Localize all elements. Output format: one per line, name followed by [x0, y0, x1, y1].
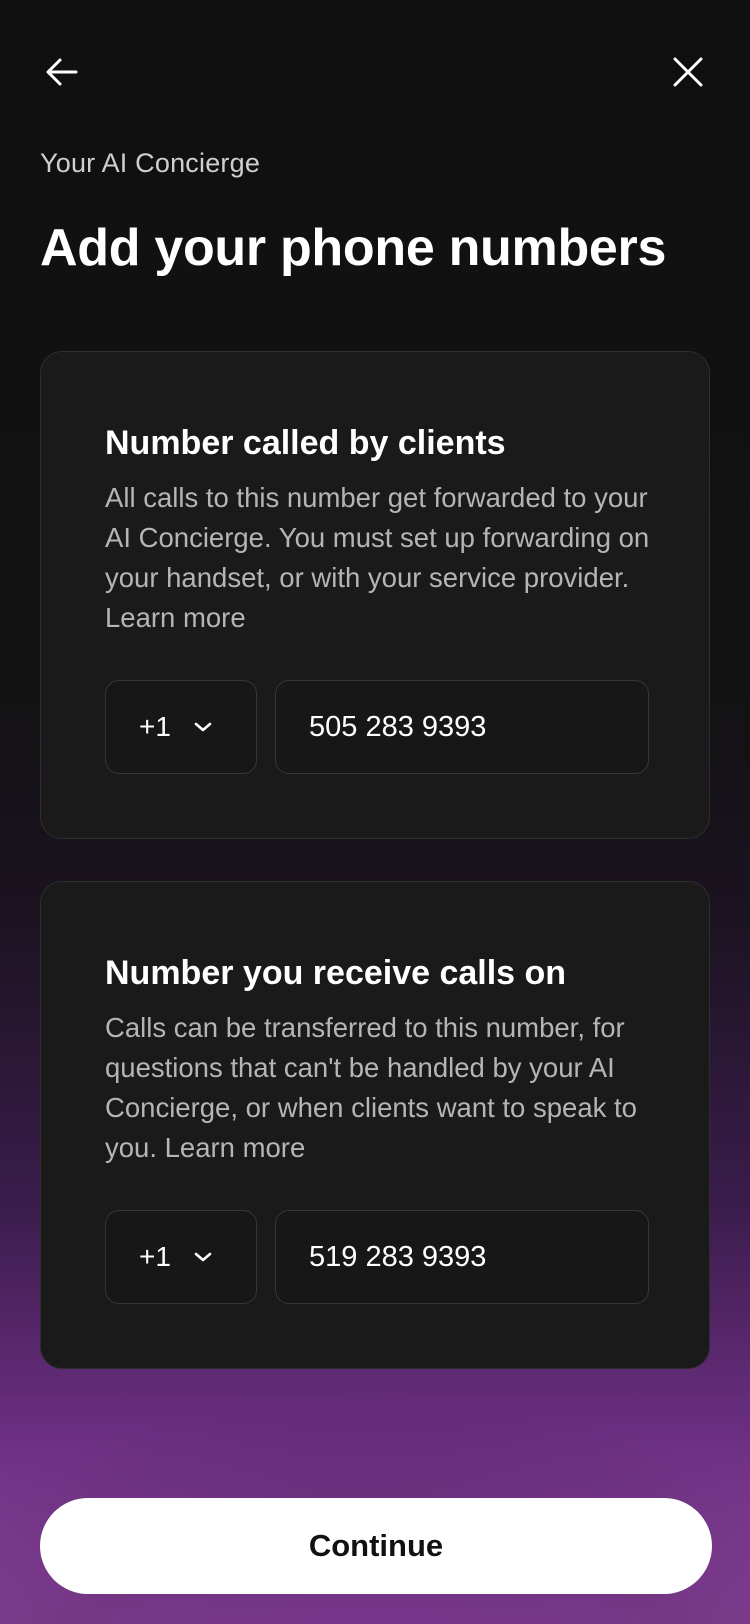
card-description: Calls can be transferred to this number,…: [105, 1008, 665, 1168]
phone-number-input[interactable]: [275, 1210, 649, 1304]
arrow-left-icon: [46, 58, 78, 86]
section-eyebrow: Your AI Concierge: [40, 148, 261, 178]
clients-number-card: Number called by clients All calls to th…: [40, 351, 710, 839]
card-description: All calls to this number get forwarded t…: [105, 478, 665, 638]
learn-more-link[interactable]: Learn more: [165, 1132, 306, 1163]
phone-number-input[interactable]: [275, 680, 649, 774]
page-title: Add your phone numbers: [40, 219, 667, 277]
close-icon: [673, 57, 703, 87]
card-description-text: All calls to this number get forwarded t…: [105, 482, 650, 593]
close-button[interactable]: [656, 40, 720, 104]
country-code-select[interactable]: +1: [105, 1210, 257, 1304]
country-code-value: +1: [139, 711, 171, 742]
receive-calls-number-card: Number you receive calls on Calls can be…: [40, 881, 710, 1369]
card-title: Number you receive calls on: [105, 954, 567, 992]
country-code-select[interactable]: +1: [105, 680, 257, 774]
chevron-down-icon: [193, 1251, 213, 1263]
continue-button[interactable]: Continue: [40, 1498, 712, 1594]
learn-more-link[interactable]: Learn more: [105, 602, 246, 633]
country-code-value: +1: [139, 1241, 171, 1272]
card-title: Number called by clients: [105, 424, 506, 462]
top-bar: [0, 40, 750, 104]
back-button[interactable]: [30, 40, 94, 104]
chevron-down-icon: [193, 721, 213, 733]
